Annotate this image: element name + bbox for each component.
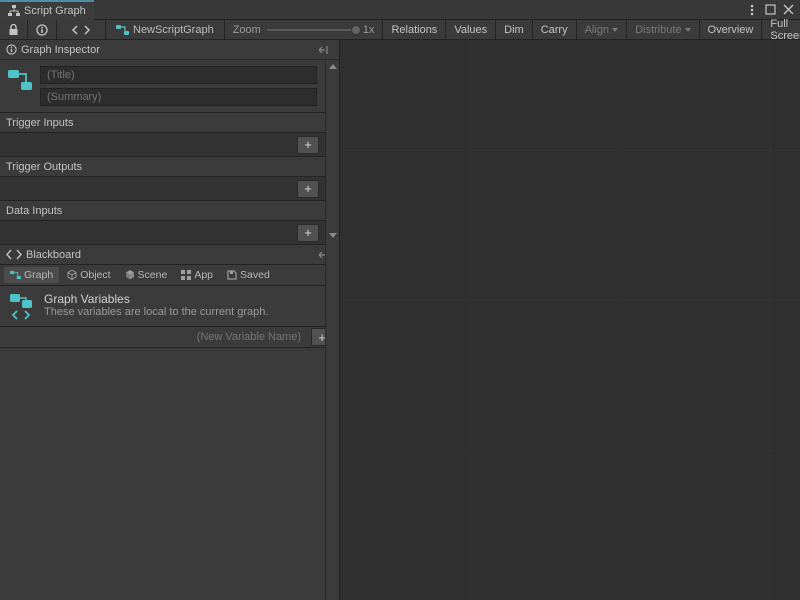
graph-icon (6, 66, 34, 94)
chevron-down-icon (612, 28, 618, 32)
title-bar: Script Graph (0, 0, 800, 20)
tab-saved[interactable]: Saved (221, 267, 276, 283)
section-trigger-outputs-body: + (0, 176, 325, 200)
dim-button[interactable]: Dim (496, 20, 533, 39)
scene-icon (125, 270, 135, 280)
tab-scene[interactable]: Scene (119, 267, 174, 283)
values-button[interactable]: Values (446, 20, 496, 39)
collapse-button[interactable] (315, 42, 333, 58)
blackboard-header: Blackboard (0, 244, 339, 264)
left-panel: Graph Inspector Trigger Inputs + Trigger… (0, 40, 340, 600)
new-variable-row: + (0, 326, 339, 348)
close-icon[interactable] (782, 4, 794, 16)
section-data-inputs-body: + (0, 220, 325, 244)
code-button[interactable] (57, 20, 106, 39)
lock-icon (8, 24, 19, 36)
tab-graph[interactable]: Graph (4, 267, 59, 283)
section-data-inputs: Data Inputs (0, 200, 325, 220)
grid-icon (181, 270, 191, 280)
blackboard-tabs: Graph Object Scene App Saved (0, 264, 339, 286)
add-data-input-button[interactable]: + (297, 224, 319, 242)
graph-summary-input[interactable] (40, 88, 317, 106)
zoom-value: 1x (363, 24, 375, 36)
graph-title-block (0, 60, 325, 112)
hierarchy-icon (8, 5, 20, 17)
fullscreen-button[interactable]: Full Screen (762, 20, 800, 39)
inspector-title: Graph Inspector (21, 44, 100, 56)
relations-button[interactable]: Relations (383, 20, 446, 39)
zoom-slider[interactable] (267, 29, 357, 31)
chevron-down-icon (685, 28, 691, 32)
maximize-icon[interactable] (764, 4, 776, 16)
graph-icon (116, 24, 129, 36)
toolbar: NewScriptGraph Zoom 1x Relations Values … (0, 20, 800, 40)
info-button[interactable] (28, 20, 57, 39)
add-trigger-output-button[interactable]: + (297, 180, 319, 198)
graph-variables-subtitle: These variables are local to the current… (44, 306, 268, 318)
zoom-slider-knob[interactable] (351, 25, 361, 35)
tab-object[interactable]: Object (61, 267, 116, 283)
add-trigger-input-button[interactable]: + (297, 136, 319, 154)
tab-label: Script Graph (24, 5, 86, 17)
section-trigger-inputs: Trigger Inputs (0, 112, 325, 132)
graph-variables-icon (8, 292, 36, 320)
graph-inspector-header: Graph Inspector (0, 40, 339, 60)
distribute-dropdown[interactable]: Distribute (627, 20, 699, 39)
zoom-control: Zoom 1x (225, 20, 384, 39)
breadcrumb-label: NewScriptGraph (133, 24, 214, 36)
section-trigger-inputs-body: + (0, 132, 325, 156)
code-icon (6, 249, 22, 260)
info-icon (6, 44, 17, 55)
scroll-up-icon (329, 64, 337, 69)
scroll-down-icon (329, 233, 337, 238)
kebab-icon[interactable] (746, 4, 758, 16)
tab-app[interactable]: App (175, 267, 219, 283)
breadcrumb[interactable]: NewScriptGraph (106, 20, 225, 39)
info-icon (36, 24, 48, 36)
panel-scrollbar[interactable] (325, 60, 339, 600)
new-variable-input[interactable] (175, 329, 305, 345)
carry-button[interactable]: Carry (533, 20, 577, 39)
align-dropdown[interactable]: Align (577, 20, 627, 39)
section-trigger-outputs: Trigger Outputs (0, 156, 325, 176)
code-icon (71, 24, 91, 36)
graph-variables-block: Graph Variables These variables are loca… (0, 286, 339, 326)
zoom-label: Zoom (233, 24, 261, 36)
lock-button[interactable] (0, 20, 28, 39)
window-tab-script-graph[interactable]: Script Graph (0, 0, 94, 20)
graph-title-input[interactable] (40, 66, 317, 84)
save-icon (227, 270, 237, 280)
blackboard-title: Blackboard (26, 249, 81, 261)
overview-button[interactable]: Overview (700, 20, 763, 39)
graph-variables-title: Graph Variables (44, 292, 268, 306)
cube-icon (67, 270, 77, 280)
graph-canvas[interactable] (340, 40, 800, 600)
